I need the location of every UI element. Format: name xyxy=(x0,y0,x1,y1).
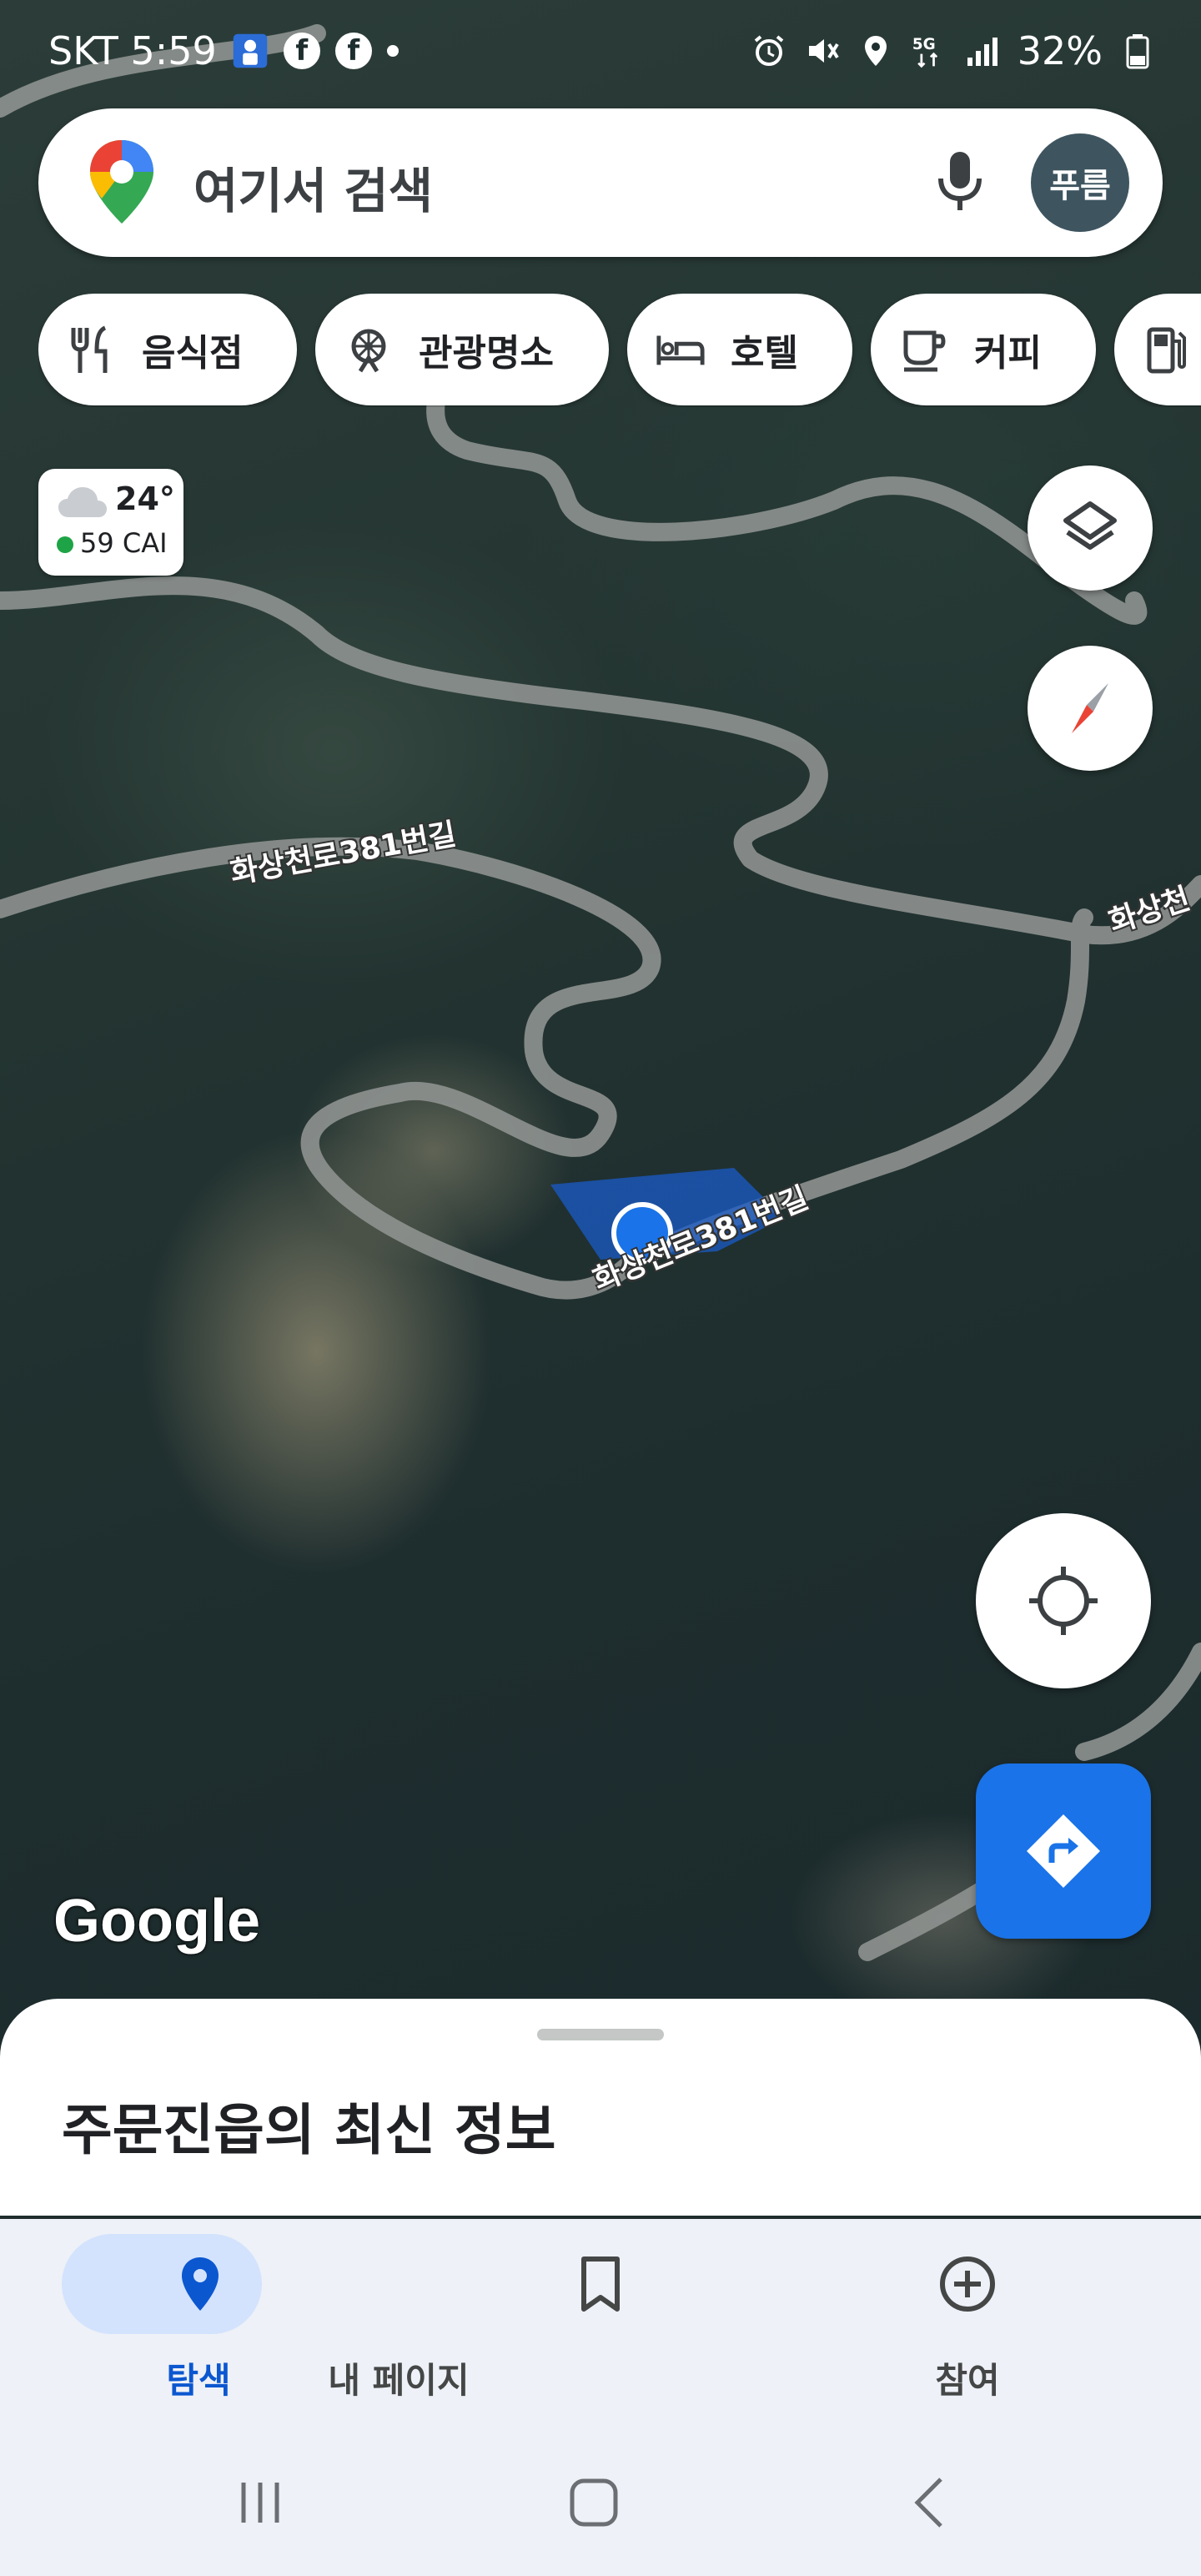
nav-my-page[interactable]: 내 페이지 xyxy=(328,2219,801,2469)
compass-icon xyxy=(1072,683,1108,733)
battery-percent: 32% xyxy=(1017,28,1103,73)
sheet-title: 주문진읍의 최신 정보 xyxy=(62,2098,556,2162)
chip-label: 관광명소 xyxy=(419,332,554,375)
search-input[interactable]: 여기서 검색 xyxy=(193,152,433,222)
my-location-button[interactable] xyxy=(976,1513,1151,1688)
chip-restaurant[interactable]: 음식점 xyxy=(38,294,297,405)
location-icon xyxy=(857,33,894,69)
nav-label: 내 페이지 xyxy=(328,2360,470,2401)
layers-icon xyxy=(1063,501,1117,550)
bottom-sheet[interactable]: 주문진읍의 최신 정보 xyxy=(0,1999,1201,2216)
status-bar: SKT 5:59 f f 5G 32% xyxy=(0,0,1201,100)
sheet-drag-handle[interactable] xyxy=(537,2029,664,2040)
directions-button[interactable] xyxy=(976,1763,1151,1939)
nav-active-indicator xyxy=(62,2234,262,2334)
nav-explore[interactable]: 탐색 xyxy=(0,2219,400,2469)
battery-icon xyxy=(1119,33,1156,69)
temperature: 24° xyxy=(115,480,175,517)
app-notification-icon xyxy=(232,33,269,69)
mute-icon xyxy=(804,33,841,69)
recent-apps-button[interactable] xyxy=(219,2469,302,2536)
chip-label: 호텔 xyxy=(731,332,798,375)
chip-hotel[interactable]: 호텔 xyxy=(627,294,852,405)
gas-station-icon xyxy=(1143,325,1193,375)
directions-icon xyxy=(1027,1814,1100,1888)
home-icon xyxy=(570,2478,618,2527)
layers-button[interactable] xyxy=(1028,465,1153,591)
chip-label: 커피 xyxy=(974,332,1042,375)
category-chips: 음식점 관광명소 호텔 커피 xyxy=(38,294,1201,407)
carrier-time: SKT 5:59 xyxy=(48,28,217,73)
nav-label: 참여 xyxy=(935,2360,1000,2401)
air-quality-value: 59 CAI xyxy=(80,527,168,559)
add-circle-icon xyxy=(940,2257,995,2312)
google-maps-logo-icon xyxy=(90,140,153,224)
facebook-icon: f xyxy=(283,33,320,69)
alarm-icon xyxy=(751,33,787,69)
restaurant-icon xyxy=(67,325,117,375)
crosshair-icon xyxy=(1029,1567,1098,1635)
coffee-icon xyxy=(899,325,949,375)
google-attribution: Google xyxy=(53,1888,260,1955)
avatar[interactable]: 푸름 xyxy=(1031,133,1129,232)
svg-text:5G: 5G xyxy=(912,36,936,53)
recent-apps-icon xyxy=(241,2483,279,2523)
bookmark-icon xyxy=(581,2257,620,2312)
cloud-icon xyxy=(58,487,107,517)
hotel-icon xyxy=(656,325,706,375)
signal-icon xyxy=(964,33,1001,69)
back-icon xyxy=(914,2478,942,2528)
chip-gas-station[interactable] xyxy=(1114,294,1201,405)
chip-label: 음식점 xyxy=(142,332,244,375)
facebook-icon: f xyxy=(334,33,372,69)
weather-widget[interactable]: 24° 59 CAI xyxy=(38,469,183,576)
chip-attraction[interactable]: 관광명소 xyxy=(315,294,609,405)
chip-coffee[interactable]: 커피 xyxy=(871,294,1096,405)
nav-contribute[interactable]: 참여 xyxy=(801,2219,1201,2469)
air-quality-dot xyxy=(57,536,73,553)
search-bar[interactable]: 여기서 검색 푸름 xyxy=(38,108,1163,257)
home-button[interactable] xyxy=(552,2469,636,2536)
5g-icon: 5G xyxy=(911,33,947,69)
back-button[interactable] xyxy=(889,2469,972,2536)
dot-icon xyxy=(386,45,399,57)
microphone-icon[interactable] xyxy=(922,143,997,219)
compass-button[interactable] xyxy=(1028,646,1153,771)
attraction-icon xyxy=(344,325,394,375)
explore-pin-icon xyxy=(182,2257,219,2311)
